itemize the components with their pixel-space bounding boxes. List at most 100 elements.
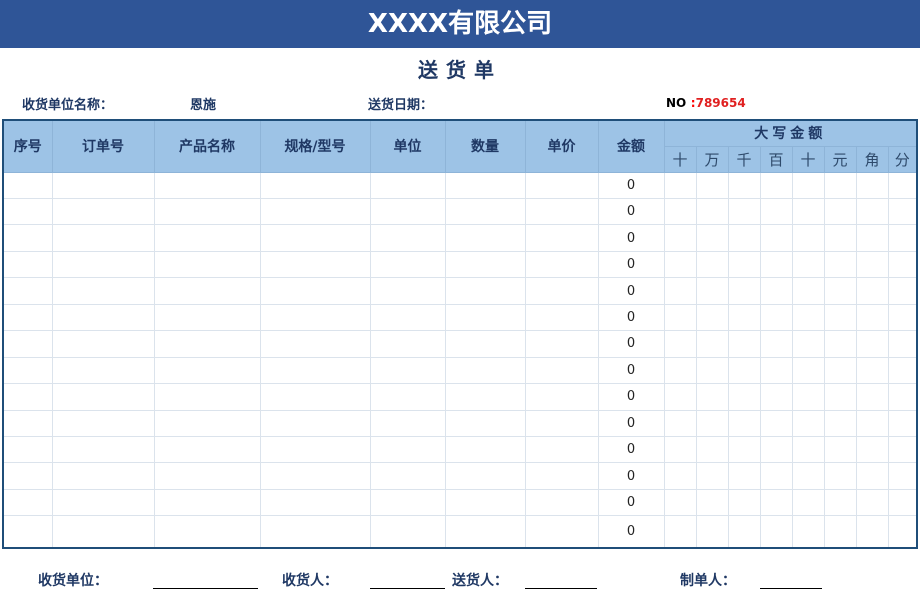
digit-cell[interactable] <box>824 410 857 438</box>
digit-cell[interactable] <box>792 198 825 226</box>
cell-unit-price[interactable] <box>525 357 599 385</box>
digit-cell[interactable] <box>824 277 857 305</box>
digit-cell[interactable] <box>696 277 729 305</box>
digit-cell[interactable] <box>792 489 825 517</box>
digit-cell[interactable] <box>888 489 918 517</box>
cell-spec[interactable] <box>260 198 371 226</box>
digit-cell[interactable] <box>696 198 729 226</box>
cell-order-no[interactable] <box>52 489 155 517</box>
digit-cell[interactable] <box>664 330 697 358</box>
cell-product-name[interactable] <box>154 410 261 438</box>
cell-unit-price[interactable] <box>525 489 599 517</box>
digit-cell[interactable] <box>824 436 857 464</box>
cell-unit-price[interactable] <box>525 198 599 226</box>
digit-cell[interactable] <box>728 330 761 358</box>
cell-spec[interactable] <box>260 251 371 279</box>
amount-cell[interactable]: 0 <box>598 410 665 438</box>
amount-cell[interactable]: 0 <box>598 172 665 199</box>
cell-unit-price[interactable] <box>525 410 599 438</box>
digit-cell[interactable] <box>888 198 918 226</box>
digit-cell[interactable] <box>888 515 918 549</box>
cell-quantity[interactable] <box>445 251 526 279</box>
digit-cell[interactable] <box>664 172 697 199</box>
cell-product-name[interactable] <box>154 304 261 332</box>
digit-cell[interactable] <box>824 172 857 199</box>
amount-cell[interactable]: 0 <box>598 224 665 252</box>
digit-cell[interactable] <box>696 515 729 549</box>
cell-product-name[interactable] <box>154 172 261 199</box>
digit-cell[interactable] <box>664 198 697 226</box>
cell-product-name[interactable] <box>154 515 261 549</box>
digit-cell[interactable] <box>728 198 761 226</box>
digit-cell[interactable] <box>664 410 697 438</box>
digit-cell[interactable] <box>760 172 793 199</box>
cell-index[interactable] <box>3 357 53 385</box>
cell-order-no[interactable] <box>52 224 155 252</box>
cell-quantity[interactable] <box>445 489 526 517</box>
digit-cell[interactable] <box>696 251 729 279</box>
amount-cell[interactable]: 0 <box>598 489 665 517</box>
cell-spec[interactable] <box>260 172 371 199</box>
digit-cell[interactable] <box>728 172 761 199</box>
cell-index[interactable] <box>3 251 53 279</box>
cell-unit[interactable] <box>370 515 446 549</box>
digit-cell[interactable] <box>824 224 857 252</box>
cell-product-name[interactable] <box>154 277 261 305</box>
amount-cell[interactable]: 0 <box>598 330 665 358</box>
cell-product-name[interactable] <box>154 489 261 517</box>
digit-cell[interactable] <box>888 436 918 464</box>
digit-cell[interactable] <box>792 172 825 199</box>
digit-cell[interactable] <box>824 515 857 549</box>
cell-order-no[interactable] <box>52 277 155 305</box>
cell-index[interactable] <box>3 224 53 252</box>
digit-cell[interactable] <box>728 410 761 438</box>
receiver-signature-line[interactable] <box>370 588 445 589</box>
digit-cell[interactable] <box>728 515 761 549</box>
cell-unit[interactable] <box>370 383 446 411</box>
cell-product-name[interactable] <box>154 251 261 279</box>
cell-order-no[interactable] <box>52 383 155 411</box>
digit-cell[interactable] <box>760 330 793 358</box>
digit-cell[interactable] <box>728 357 761 385</box>
digit-cell[interactable] <box>696 383 729 411</box>
cell-spec[interactable] <box>260 410 371 438</box>
cell-unit[interactable] <box>370 251 446 279</box>
cell-unit-price[interactable] <box>525 251 599 279</box>
cell-unit-price[interactable] <box>525 383 599 411</box>
cell-unit[interactable] <box>370 489 446 517</box>
digit-cell[interactable] <box>696 462 729 490</box>
digit-cell[interactable] <box>664 304 697 332</box>
digit-cell[interactable] <box>856 436 889 464</box>
digit-cell[interactable] <box>696 489 729 517</box>
cell-order-no[interactable] <box>52 436 155 464</box>
cell-quantity[interactable] <box>445 383 526 411</box>
cell-index[interactable] <box>3 383 53 411</box>
digit-cell[interactable] <box>888 383 918 411</box>
cell-unit-price[interactable] <box>525 462 599 490</box>
digit-cell[interactable] <box>856 489 889 517</box>
cell-order-no[interactable] <box>52 462 155 490</box>
cell-product-name[interactable] <box>154 330 261 358</box>
digit-cell[interactable] <box>856 277 889 305</box>
digit-cell[interactable] <box>664 251 697 279</box>
digit-cell[interactable] <box>760 436 793 464</box>
cell-index[interactable] <box>3 436 53 464</box>
cell-unit[interactable] <box>370 462 446 490</box>
cell-product-name[interactable] <box>154 198 261 226</box>
digit-cell[interactable] <box>792 304 825 332</box>
digit-cell[interactable] <box>664 515 697 549</box>
digit-cell[interactable] <box>696 224 729 252</box>
digit-cell[interactable] <box>792 383 825 411</box>
digit-cell[interactable] <box>760 251 793 279</box>
cell-spec[interactable] <box>260 277 371 305</box>
cell-product-name[interactable] <box>154 357 261 385</box>
digit-cell[interactable] <box>664 277 697 305</box>
digit-cell[interactable] <box>728 436 761 464</box>
digit-cell[interactable] <box>888 410 918 438</box>
digit-cell[interactable] <box>856 304 889 332</box>
cell-product-name[interactable] <box>154 383 261 411</box>
cell-order-no[interactable] <box>52 172 155 199</box>
cell-index[interactable] <box>3 489 53 517</box>
cell-order-no[interactable] <box>52 198 155 226</box>
amount-cell[interactable]: 0 <box>598 383 665 411</box>
